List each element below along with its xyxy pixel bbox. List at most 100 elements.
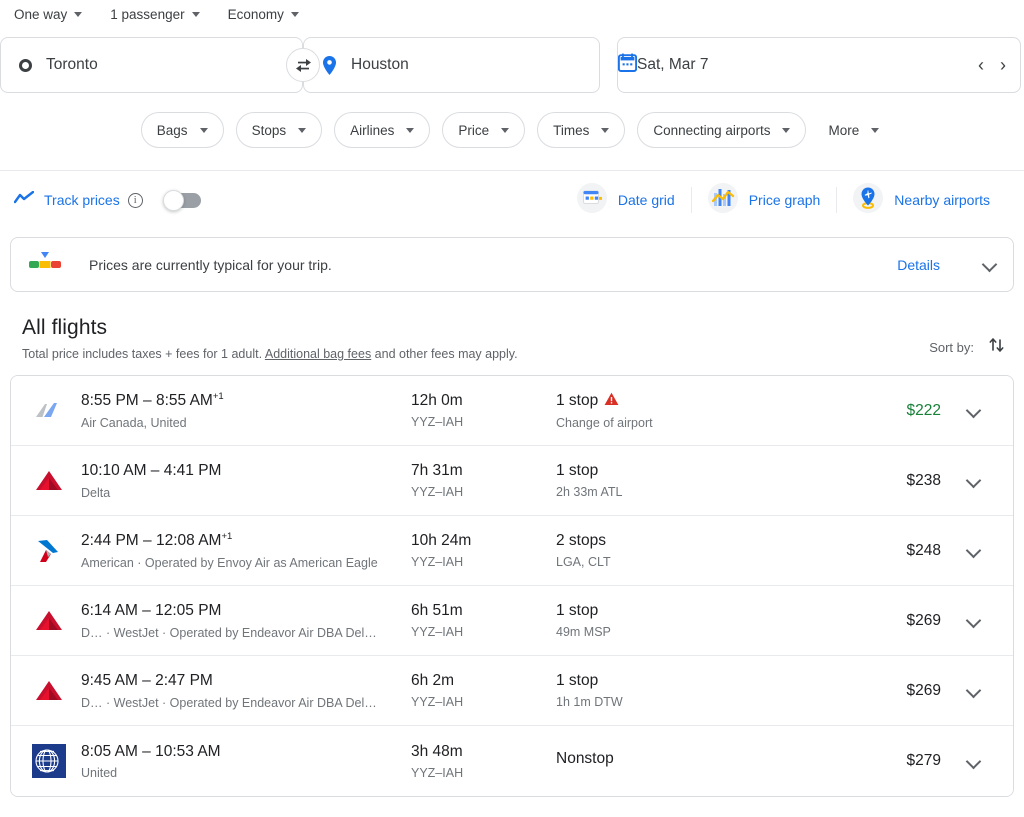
flight-duration: 10h 24m	[411, 532, 472, 549]
flight-price-cell: $279	[746, 752, 951, 770]
filter-chip-stops[interactable]: Stops	[235, 112, 323, 148]
passengers-selector[interactable]: 1 passenger	[104, 5, 205, 24]
flight-route: YYZ–IAH	[411, 765, 464, 780]
flight-price: $238	[906, 471, 941, 489]
nearby-airports-button[interactable]: Nearby airports	[837, 182, 1006, 218]
nearby-airports-icon	[853, 182, 884, 218]
table-row[interactable]: 6:14 AM – 12:05 PM D… · WestJet · Operat…	[11, 586, 1013, 656]
cabin-class-selector[interactable]: Economy	[222, 5, 305, 24]
chevron-down-icon	[199, 127, 208, 133]
flight-route: YYZ–IAH	[411, 625, 464, 639]
flight-duration: 6h 2m	[411, 672, 455, 689]
flight-stops: 1 stop	[556, 392, 746, 411]
flight-stop-detail: 2h 33m ATL	[556, 485, 623, 499]
flight-route: YYZ–IAH	[411, 695, 464, 709]
filter-chip-airlines[interactable]: Airlines	[334, 112, 431, 148]
table-row[interactable]: 2:44 PM – 12:08 AM+1 American · Operated…	[11, 516, 1013, 586]
filter-chip-label: Airlines	[350, 122, 395, 138]
flight-times: 6:14 AM – 12:05 PM	[81, 601, 411, 620]
flight-time-cell: 8:05 AM – 10:53 AM United	[81, 742, 411, 780]
flight-route: YYZ–IAH	[411, 415, 464, 429]
origin-destination-pair: Toronto Houston	[0, 37, 600, 93]
flight-time-cell: 8:55 PM – 8:55 AM+1 Air Canada, United	[81, 391, 411, 429]
trip-type-label: One way	[14, 6, 68, 22]
flight-stops-text: Nonstop	[556, 749, 614, 767]
delta-logo	[27, 469, 71, 493]
filter-chip-bags[interactable]: Bags	[140, 112, 224, 148]
expand-flight-button[interactable]	[951, 542, 995, 559]
filter-chip-price[interactable]: Price	[442, 112, 526, 148]
chevron-down-icon	[74, 11, 83, 17]
departure-date-field[interactable]: Sat, Mar 7 ‹ ›	[617, 37, 1021, 93]
table-row[interactable]: 8:55 PM – 8:55 AM+1 Air Canada, United 1…	[11, 376, 1013, 446]
table-row[interactable]: 9:45 AM – 2:47 PM D… · WestJet · Operate…	[11, 656, 1013, 726]
flight-stop-detail: 49m MSP	[556, 625, 611, 639]
chevron-down-icon	[965, 612, 981, 629]
destination-field[interactable]: Houston	[303, 37, 600, 93]
flight-stops-cell: Nonstop	[556, 750, 746, 773]
date-grid-button[interactable]: Date grid	[561, 182, 691, 218]
expand-flight-button[interactable]	[951, 753, 995, 769]
toggle-knob	[162, 189, 184, 211]
page-title: All flights	[22, 316, 108, 339]
flight-duration: 7h 31m	[411, 462, 463, 479]
flight-duration-cell: 7h 31m YYZ–IAH	[411, 462, 556, 499]
flight-stops-text: 1 stop	[556, 392, 599, 409]
flight-stops: 1 stop	[556, 462, 746, 480]
flight-price-cell: $222	[746, 402, 951, 420]
flight-price-cell: $238	[746, 472, 951, 490]
additional-bag-fees-link[interactable]: Additional bag fees	[265, 347, 371, 361]
destination-value: Houston	[351, 56, 409, 73]
insight-details-link[interactable]: Details	[897, 257, 940, 273]
swap-origin-destination-button[interactable]	[286, 48, 320, 82]
flight-price-cell: $269	[746, 682, 951, 700]
chevron-down-icon	[871, 127, 880, 133]
flight-times-text: 6:14 AM – 12:05 PM	[81, 602, 222, 620]
flight-times-text: 8:55 PM – 8:55 AM	[81, 392, 213, 410]
flight-stops-cell: 1 stop 1h 1m DTW	[556, 672, 746, 709]
filter-chip-connecting-airports[interactable]: Connecting airports	[637, 112, 807, 148]
flight-stop-detail: Change of airport	[556, 415, 653, 430]
expand-flight-button[interactable]	[951, 612, 995, 629]
filter-chip-times[interactable]: Times	[537, 112, 626, 148]
trip-type-selector[interactable]: One way	[8, 5, 88, 24]
chevron-down-icon	[965, 542, 981, 559]
track-prices-toggle[interactable]	[162, 189, 201, 211]
price-graph-button[interactable]: Price graph	[692, 182, 837, 218]
flight-time-cell: 6:14 AM – 12:05 PM D… · WestJet · Operat…	[81, 601, 411, 640]
chevron-down-icon	[965, 682, 981, 699]
united-logo	[27, 744, 71, 778]
expand-flight-button[interactable]	[951, 682, 995, 699]
plus-days-badge: +1	[212, 391, 224, 403]
flight-times: 9:45 AM – 2:47 PM	[81, 671, 411, 690]
filter-chip-more[interactable]: More	[818, 112, 884, 148]
price-insight-banner[interactable]: Prices are currently typical for your tr…	[10, 237, 1014, 292]
flight-stops: Nonstop	[556, 750, 746, 768]
track-prices-label[interactable]: Track prices	[44, 192, 120, 208]
nearby-airports-label: Nearby airports	[894, 192, 990, 208]
previous-date-button[interactable]: ‹	[978, 56, 984, 74]
insight-expand-button[interactable]	[981, 256, 998, 273]
flight-price: $279	[906, 752, 941, 769]
american-airlines-logo	[27, 538, 71, 564]
flight-price: $269	[906, 611, 941, 629]
table-row[interactable]: 8:05 AM – 10:53 AM United 3h 48m YYZ–IAH…	[11, 726, 1013, 796]
table-row[interactable]: 10:10 AM – 4:41 PM Delta 7h 31m YYZ–IAH …	[11, 446, 1013, 516]
flight-airlines: United	[81, 766, 118, 781]
chevron-down-icon	[965, 472, 981, 489]
plus-days-badge: +1	[221, 531, 233, 543]
flight-stops-text: 1 stop	[556, 462, 599, 479]
flight-results-list: 8:55 PM – 8:55 AM+1 Air Canada, United 1…	[10, 375, 1014, 797]
origin-field[interactable]: Toronto	[0, 37, 303, 93]
air-canada-united-multi-logo	[27, 400, 71, 422]
flight-times: 2:44 PM – 12:08 AM+1	[81, 531, 411, 550]
expand-flight-button[interactable]	[951, 402, 995, 419]
price-insight-text: Prices are currently typical for your tr…	[89, 256, 332, 273]
warning-triangle-icon	[604, 392, 619, 411]
trend-line-icon	[13, 190, 35, 210]
next-date-button[interactable]: ›	[1000, 56, 1006, 74]
sort-by-label: Sort by:	[929, 340, 974, 355]
info-icon[interactable]: i	[127, 192, 143, 208]
expand-flight-button[interactable]	[951, 472, 995, 489]
sort-control[interactable]: Sort by:	[929, 336, 1006, 361]
